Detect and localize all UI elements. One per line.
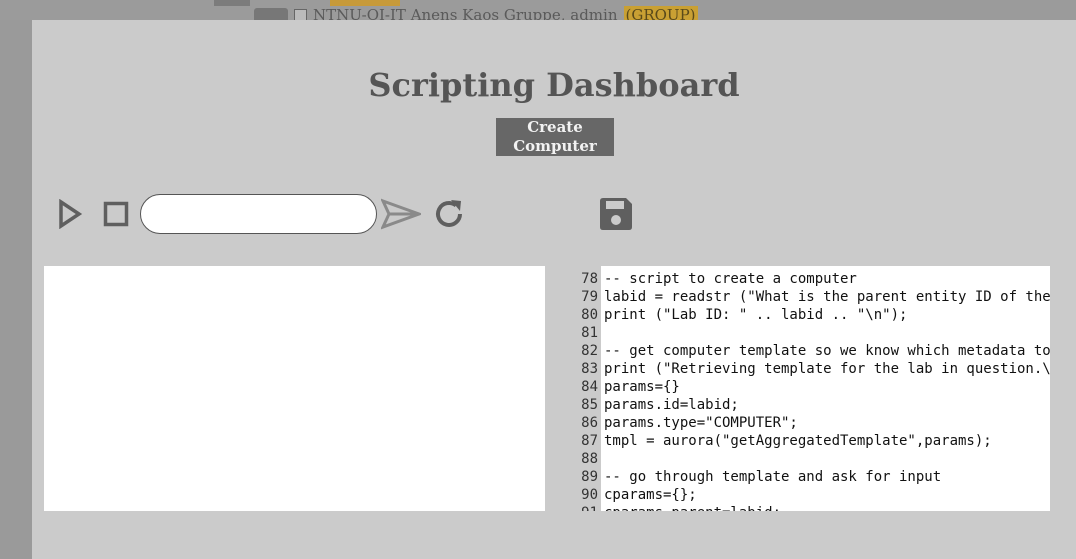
code-line[interactable]: params={} — [604, 378, 1050, 396]
line-number: 89 — [581, 469, 598, 485]
code-line[interactable] — [604, 450, 1050, 468]
reload-icon — [436, 200, 462, 227]
code-area[interactable]: -- script to create a computer labid = re… — [601, 266, 1050, 511]
script-output-panel — [44, 266, 545, 511]
page-title: Scripting Dashboard — [368, 66, 740, 104]
send-button[interactable] — [380, 196, 422, 232]
code-line[interactable]: print ("Lab ID: " .. labid .. "\n"); — [604, 306, 1050, 324]
code-line[interactable]: -- go through template and ask for input — [604, 468, 1050, 486]
line-number: 87 — [581, 433, 598, 449]
line-number: 83 — [581, 361, 598, 377]
save-icon — [600, 198, 632, 230]
code-line[interactable]: cparams={}; — [604, 486, 1050, 504]
line-number-gutter: 78 79 80 81 82 83 84 85 86 87 88 89 9091 — [570, 266, 601, 511]
code-line[interactable] — [604, 324, 1050, 342]
code-editor[interactable]: 78 79 80 81 82 83 84 85 86 87 88 89 9091 -- script t… — [570, 266, 1050, 511]
stop-button[interactable] — [102, 200, 130, 228]
line-number: 82 — [581, 343, 598, 359]
line-number: 80 — [581, 307, 598, 323]
line-number: 86 — [581, 415, 598, 431]
line-number: 91 — [570, 504, 598, 511]
code-line[interactable]: -- script to create a computer — [604, 270, 1050, 288]
code-line[interactable]: -- get computer template so we know whic… — [604, 342, 1050, 360]
code-line[interactable]: print ("Retrieving template for the lab … — [604, 360, 1050, 378]
stop-icon — [103, 201, 129, 227]
code-line[interactable]: params.type="COMPUTER"; — [604, 414, 1050, 432]
create-computer-button[interactable]: Create Computer — [496, 118, 614, 156]
line-number: 84 — [581, 379, 598, 395]
scripting-dashboard-dialog: Scripting Dashboard Create Computer 78 7… — [32, 20, 1076, 559]
play-icon — [59, 199, 83, 229]
line-number: 90 — [581, 487, 598, 503]
line-number: 79 — [581, 289, 598, 305]
play-button[interactable] — [54, 198, 86, 230]
code-line[interactable]: tmpl = aurora("getAggregatedTemplate",pa… — [604, 432, 1050, 450]
line-number: 81 — [581, 325, 598, 341]
code-line[interactable]: cparams.parent=labid; — [604, 504, 1050, 511]
command-input[interactable] — [140, 194, 377, 234]
line-number: 85 — [581, 397, 598, 413]
send-icon — [381, 198, 421, 230]
save-button[interactable] — [596, 194, 636, 234]
code-line[interactable]: params.id=labid; — [604, 396, 1050, 414]
background-block — [214, 0, 250, 6]
reload-button[interactable] — [430, 194, 468, 234]
code-line[interactable]: labid = readstr ("What is the parent ent… — [604, 288, 1050, 306]
line-number: 78 — [581, 271, 598, 287]
line-number: 88 — [581, 451, 598, 467]
